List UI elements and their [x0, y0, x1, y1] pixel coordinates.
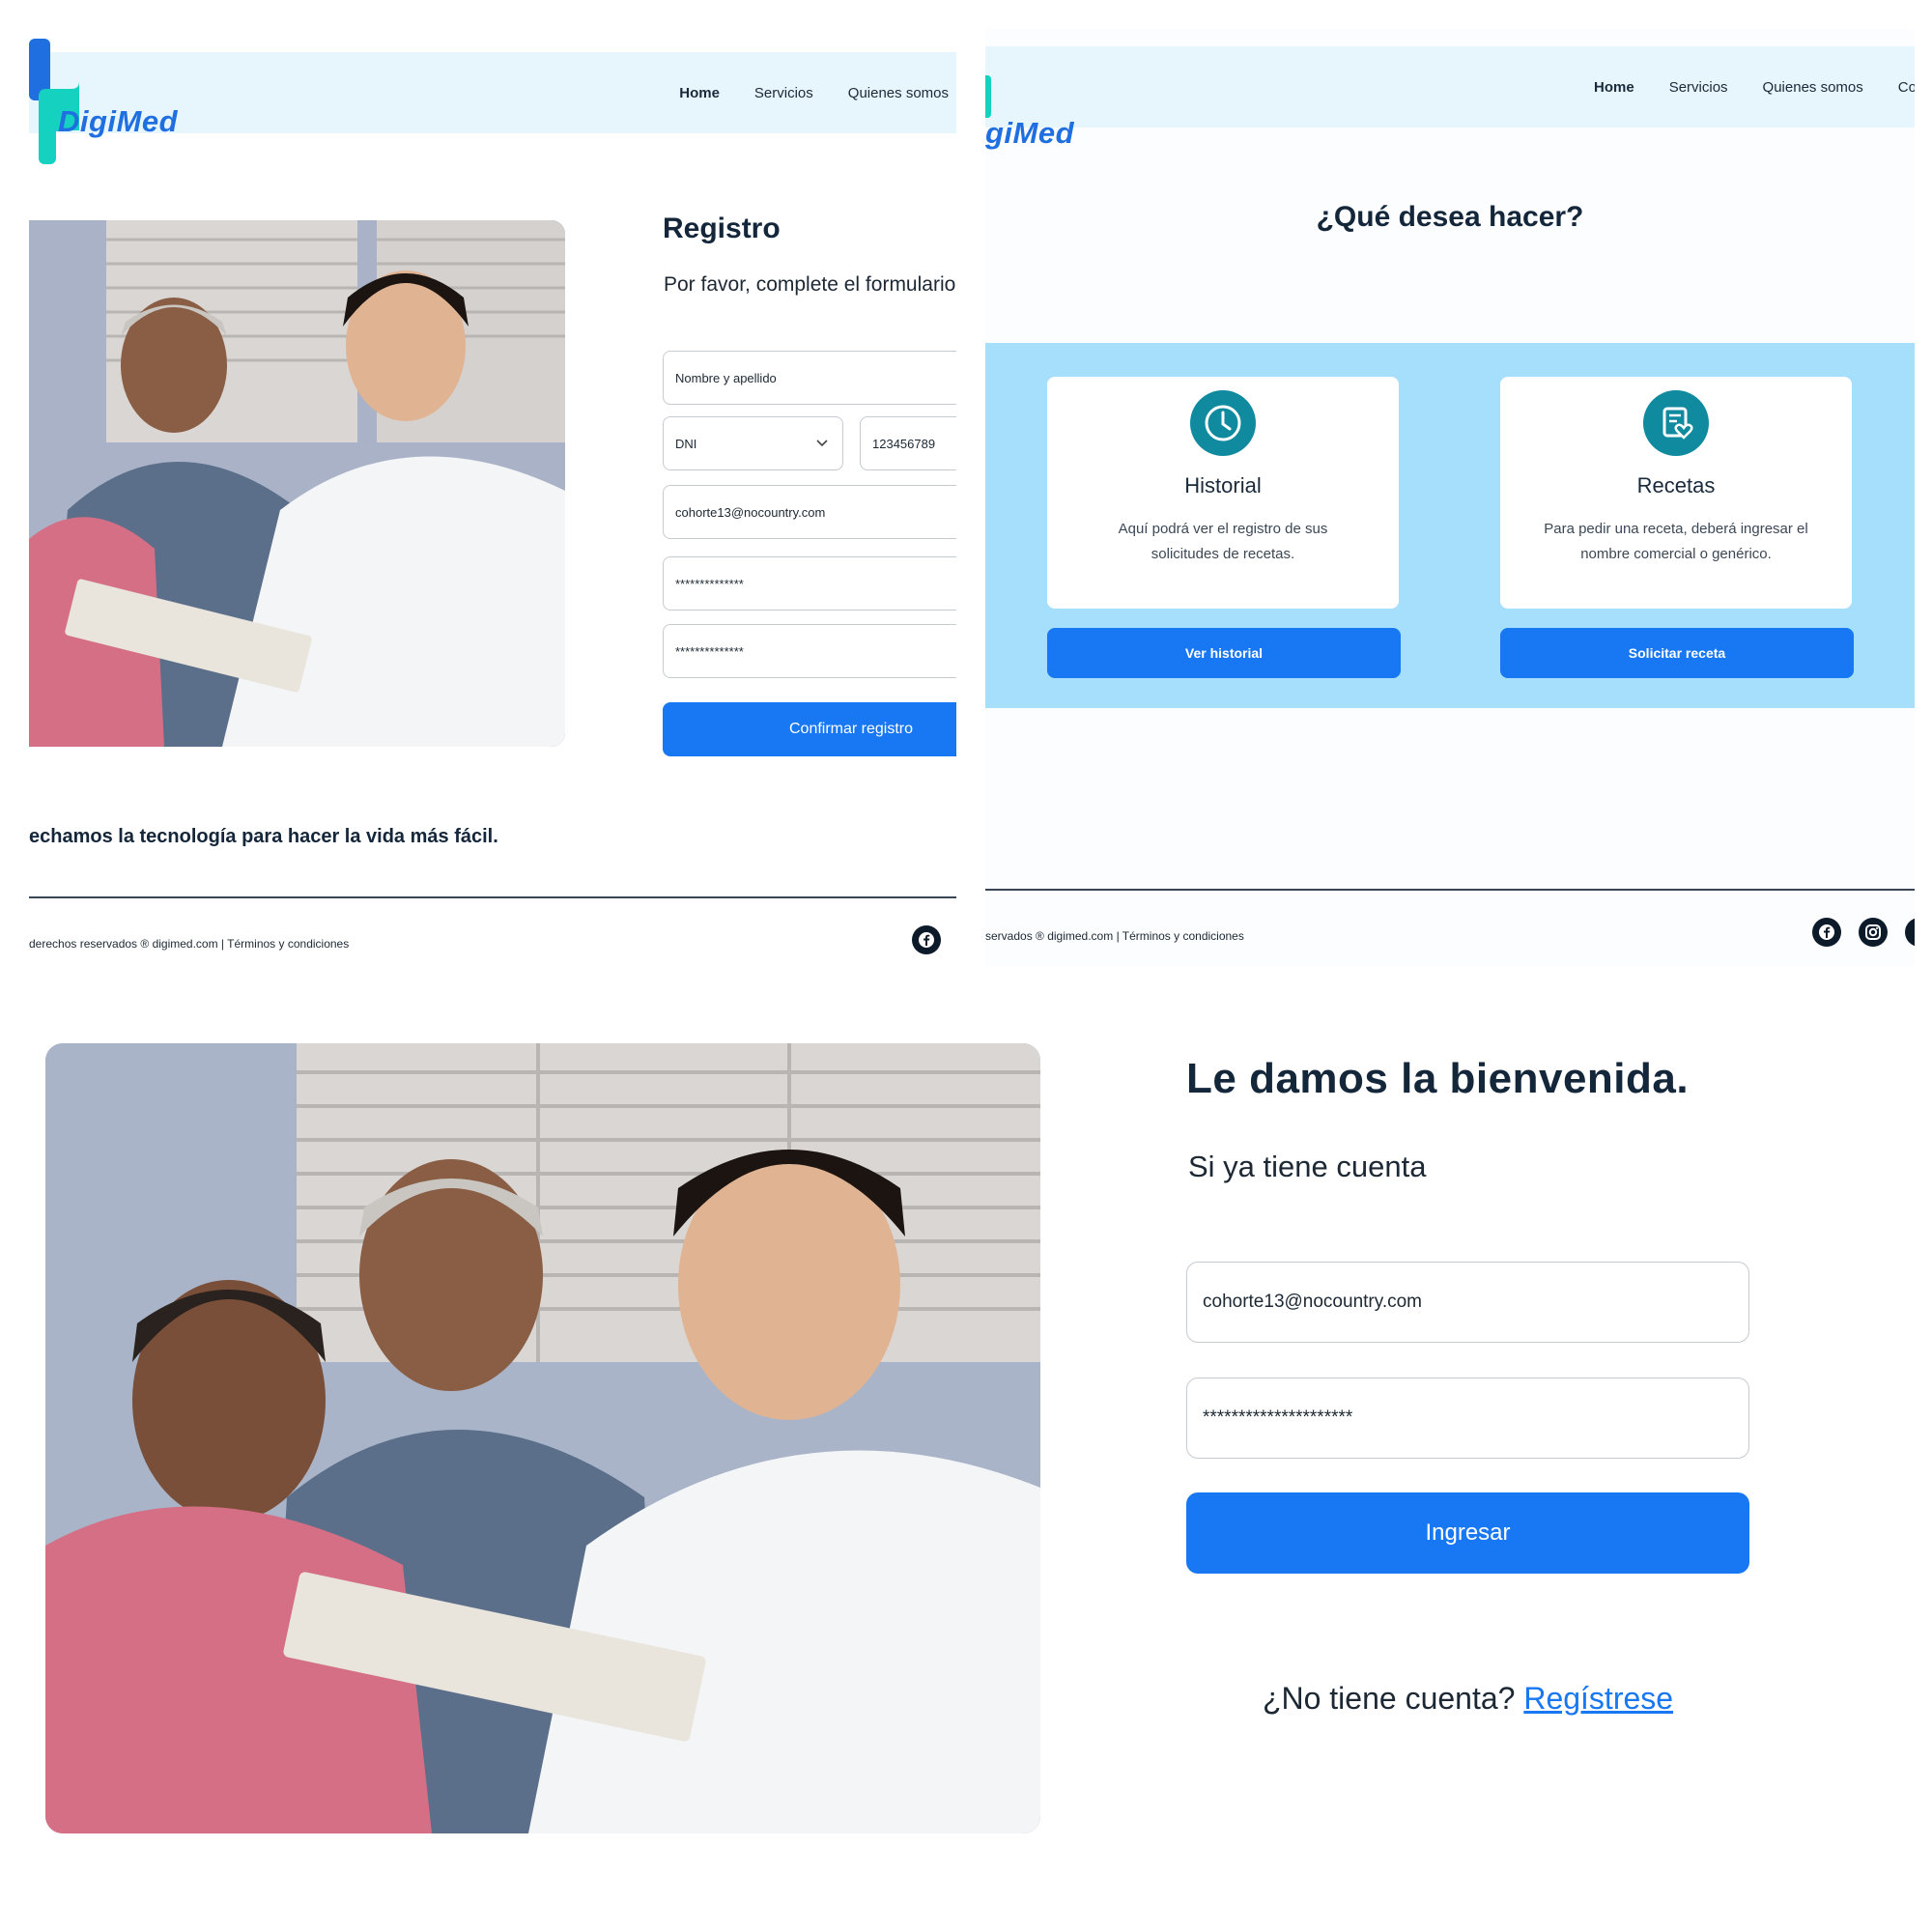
registro-panel: DigiMed Home Servicios Quienes somos Reg… — [29, 29, 956, 966]
confirm-register-button[interactable]: Confirmar registro — [663, 702, 956, 756]
recetas-title: Recetas — [1636, 473, 1716, 497]
main-nav: Home Servicios Quienes somos Conta — [1594, 46, 1915, 128]
facebook-icon[interactable] — [912, 925, 941, 954]
login-panel: Le damos la bienvenida. Si ya tiene cuen… — [0, 995, 1932, 1932]
tagline: echamos la tecnología para hacer la vida… — [29, 826, 498, 847]
doc-type-value: DNI — [675, 436, 697, 451]
nav-quienes-somos[interactable]: Quienes somos — [848, 85, 949, 101]
prescription-heart-icon — [1643, 390, 1709, 456]
ver-historial-button[interactable]: Ver historial — [1047, 628, 1401, 678]
password-field[interactable]: ************** — [663, 556, 956, 611]
solicitar-receta-button[interactable]: Solicitar receta — [1500, 628, 1854, 678]
login-email-field[interactable]: cohorte13@nocountry.com — [1186, 1262, 1749, 1343]
photo-illustration — [45, 1043, 1040, 1833]
chevron-down-icon — [816, 440, 828, 447]
register-link[interactable]: Regístrese — [1523, 1681, 1673, 1716]
name-field[interactable]: Nombre y apellido — [663, 351, 956, 405]
facebook-icon[interactable] — [1812, 918, 1841, 947]
logo-text: DigiMed — [58, 104, 179, 138]
nav-servicios[interactable]: Servicios — [1669, 79, 1728, 96]
nav-servicios[interactable]: Servicios — [754, 85, 813, 101]
login-title: Le damos la bienvenida. — [1186, 1055, 1690, 1102]
logo-text-partial: giMed — [985, 116, 1075, 150]
recetas-description: Para pedir una receta, deberá ingresar e… — [1544, 521, 1808, 562]
historial-title: Historial — [1184, 473, 1262, 497]
doc-number-field[interactable]: 123456789 — [860, 416, 956, 470]
doctor-patients-photo — [45, 1043, 1040, 1833]
menu-title: ¿Qué desea hacer? — [1316, 201, 1584, 233]
social-icon-partial[interactable] — [1905, 918, 1915, 947]
nav-home[interactable]: Home — [679, 85, 720, 101]
registro-subtitle: Por favor, complete el formulario — [664, 273, 956, 296]
photo-illustration — [29, 220, 565, 747]
clock-icon — [1190, 390, 1256, 456]
email-field[interactable]: cohorte13@nocountry.com — [663, 485, 956, 539]
password-confirm-field[interactable]: ************** — [663, 624, 956, 678]
footer-divider — [29, 896, 956, 898]
instagram-icon[interactable] — [1859, 918, 1888, 947]
nav-quienes-somos[interactable]: Quienes somos — [1763, 79, 1863, 96]
logo-mark-partial — [985, 75, 991, 118]
doctor-patients-photo — [29, 220, 565, 747]
digimed-logo-icon — [29, 39, 79, 164]
ingresar-button[interactable]: Ingresar — [1186, 1492, 1749, 1574]
register-prompt: ¿No tiene cuenta? Regístrese — [1186, 1681, 1749, 1717]
footer-copyright: derechos reservados ® digimed.com | Térm… — [29, 937, 350, 951]
menu-panel: giMed Home Servicios Quienes somos Conta… — [985, 29, 1915, 966]
nav-contacto[interactable]: Conta — [1898, 79, 1915, 96]
main-nav: Home Servicios Quienes somos — [679, 52, 949, 133]
nav-home[interactable]: Home — [1594, 79, 1634, 96]
login-password-field[interactable]: ********************* — [1186, 1378, 1749, 1459]
no-account-text: ¿No tiene cuenta? — [1262, 1681, 1516, 1716]
doc-type-select[interactable]: DNI — [663, 416, 843, 470]
historial-card: Historial Aquí podrá ver el registro de … — [1047, 377, 1399, 609]
footer-copyright: servados ® digimed.com | Términos y cond… — [985, 929, 1244, 943]
registro-title: Registro — [663, 213, 781, 244]
historial-description: Aquí podrá ver el registro de sus solici… — [1118, 521, 1328, 562]
footer-divider — [985, 889, 1915, 891]
login-subtitle: Si ya tiene cuenta — [1188, 1150, 1427, 1183]
recetas-card: Recetas Para pedir una receta, deberá in… — [1500, 377, 1852, 609]
